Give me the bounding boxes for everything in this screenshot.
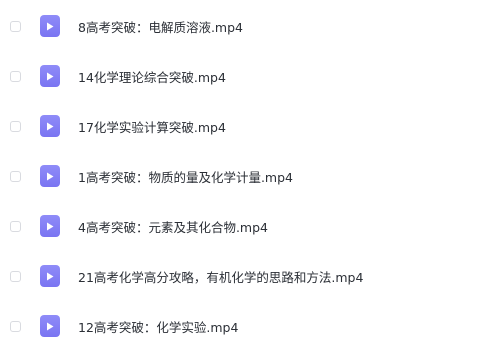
file-checkbox[interactable] xyxy=(10,170,21,182)
file-list: 8高考突破：电解质溶液.mp4 14化学理论综合突破.mp4 17化学实验计算突… xyxy=(0,0,483,337)
file-name[interactable]: 8高考突破：电解质溶液.mp4 xyxy=(78,17,243,36)
list-item[interactable]: 12高考突破：化学实验.mp4 xyxy=(0,301,483,351)
list-item[interactable]: 17化学实验计算突破.mp4 xyxy=(0,101,483,151)
list-item[interactable]: 21高考化学高分攻略，有机化学的思路和方法.mp4 xyxy=(0,251,483,301)
video-file-icon xyxy=(40,315,60,337)
file-name[interactable]: 17化学实验计算突破.mp4 xyxy=(78,117,226,136)
file-name[interactable]: 4高考突破：元素及其化合物.mp4 xyxy=(78,217,268,236)
file-checkbox[interactable] xyxy=(10,120,21,132)
list-item[interactable]: 8高考突破：电解质溶液.mp4 xyxy=(0,1,483,51)
file-name[interactable]: 12高考突破：化学实验.mp4 xyxy=(78,317,238,336)
video-file-icon xyxy=(40,165,60,187)
list-item[interactable]: 1高考突破：物质的量及化学计量.mp4 xyxy=(0,151,483,201)
list-item[interactable]: 14化学理论综合突破.mp4 xyxy=(0,51,483,101)
video-file-icon xyxy=(40,115,60,137)
file-name[interactable]: 1高考突破：物质的量及化学计量.mp4 xyxy=(78,167,293,186)
list-item[interactable]: 4高考突破：元素及其化合物.mp4 xyxy=(0,201,483,251)
video-file-icon xyxy=(40,265,60,287)
file-checkbox[interactable] xyxy=(10,220,21,232)
file-checkbox[interactable] xyxy=(10,70,21,82)
file-checkbox[interactable] xyxy=(10,270,21,282)
video-file-icon xyxy=(40,215,60,237)
file-checkbox[interactable] xyxy=(10,20,21,32)
file-name[interactable]: 14化学理论综合突破.mp4 xyxy=(78,67,226,86)
file-name[interactable]: 21高考化学高分攻略，有机化学的思路和方法.mp4 xyxy=(78,267,363,286)
video-file-icon xyxy=(40,15,60,37)
video-file-icon xyxy=(40,65,60,87)
